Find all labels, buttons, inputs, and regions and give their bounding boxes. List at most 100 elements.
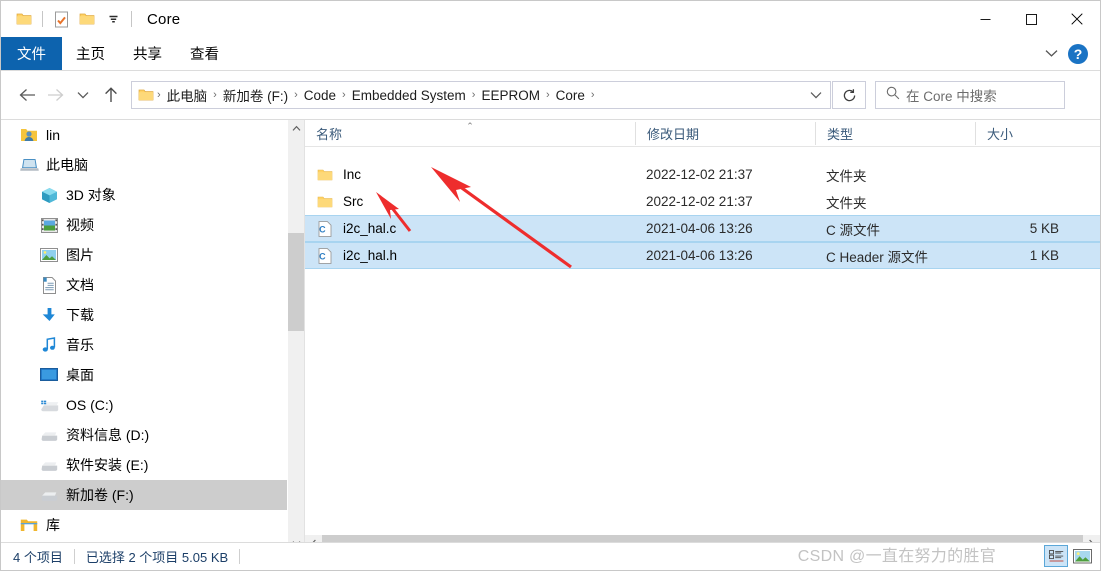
new-folder-icon[interactable] <box>74 6 100 32</box>
scrollbar-thumb[interactable] <box>288 233 304 331</box>
sidebar-item-label: 音乐 <box>66 337 94 353</box>
file-explorer-window: Core 文件 主页 共享 查看 ? › 此电脑 › 新加卷 (F:) › Co… <box>0 0 1101 571</box>
title-bar: Core <box>1 1 1100 37</box>
customize-dropdown-icon[interactable] <box>100 6 126 32</box>
search-input[interactable]: 在 Core 中搜索 <box>875 81 1065 109</box>
c-header-file-icon: C <box>316 247 334 265</box>
column-header-type[interactable]: 类型 <box>815 121 975 145</box>
table-row[interactable]: Src 2022-12-02 21:37 文件夹 <box>305 188 1100 215</box>
sidebar-item-label: 资料信息 (D:) <box>66 427 150 443</box>
breadcrumb-item-this-pc[interactable]: 此电脑 <box>162 82 213 108</box>
drive-icon <box>39 425 59 445</box>
column-label: 大小 <box>987 126 1014 142</box>
search-icon <box>886 86 900 105</box>
drive-icon <box>39 485 59 505</box>
status-separator <box>73 549 75 564</box>
sidebar-item-desktop[interactable]: 桌面 <box>1 360 304 390</box>
table-row[interactable]: C i2c_hal.c 2021-04-06 13:26 C 源文件 5 KB <box>305 215 1100 242</box>
file-type-cell: 文件夹 <box>826 168 867 184</box>
breadcrumb-dropdown-icon[interactable] <box>806 82 826 108</box>
sidebar-item-label: 下载 <box>66 307 94 323</box>
videos-icon <box>39 215 59 235</box>
svg-text:C: C <box>319 224 326 234</box>
sidebar-item-downloads[interactable]: 下载 <box>1 300 304 330</box>
file-date-cell: 2021-04-06 13:26 <box>646 221 753 236</box>
qat-separator-1 <box>42 11 43 27</box>
folder-icon <box>316 166 334 184</box>
window-controls <box>962 1 1100 37</box>
tab-view[interactable]: 查看 <box>176 37 233 70</box>
close-button[interactable] <box>1054 1 1100 37</box>
file-name-label: Src <box>343 194 364 209</box>
sidebar-item-drive-f[interactable]: 新加卷 (F:) <box>1 480 304 510</box>
sidebar-item-drive-e[interactable]: 软件安装 (E:) <box>1 450 304 480</box>
pictures-icon <box>39 245 59 265</box>
sidebar-item-label: 视频 <box>66 217 94 233</box>
recent-locations-button[interactable] <box>69 80 97 110</box>
sidebar-item-lin[interactable]: lin <box>1 120 304 150</box>
drive-icon <box>39 455 59 475</box>
sidebar-item-pictures[interactable]: 图片 <box>1 240 304 270</box>
os-drive-icon <box>39 395 59 415</box>
file-type-cell: 文件夹 <box>826 195 867 211</box>
navigation-pane: lin 此电脑 3D 对象 视频 图片 文档 下载 音乐 桌面 OS (C:) … <box>1 120 304 552</box>
column-label: 类型 <box>827 126 854 142</box>
column-header-date-modified[interactable]: 修改日期 <box>635 121 815 145</box>
selection-info-label: 已选择 2 个项目 5.05 KB <box>85 550 229 565</box>
folder-icon[interactable] <box>11 6 37 32</box>
tab-share[interactable]: 共享 <box>119 37 176 70</box>
properties-icon[interactable] <box>48 6 74 32</box>
file-type-cell: C 源文件 <box>826 222 880 238</box>
sidebar-item-3d-objects[interactable]: 3D 对象 <box>1 180 304 210</box>
sidebar-item-libraries[interactable]: 库 <box>1 510 304 540</box>
sidebar-item-label: lin <box>46 127 61 143</box>
file-type-cell: C Header 源文件 <box>826 249 929 265</box>
table-row[interactable]: Inc 2022-12-02 21:37 文件夹 <box>305 161 1100 188</box>
folder-icon <box>316 193 334 211</box>
sidebar-item-music[interactable]: 音乐 <box>1 330 304 360</box>
file-date-cell: 2022-12-02 21:37 <box>646 194 753 209</box>
sidebar-item-label: 软件安装 (E:) <box>66 457 149 473</box>
large-icons-view-button[interactable] <box>1070 545 1094 567</box>
column-header-name[interactable]: ⌃ 名称 <box>305 120 635 145</box>
column-header-size[interactable]: 大小 <box>975 121 1070 145</box>
minimize-button[interactable] <box>962 1 1008 37</box>
sidebar-item-label: 桌面 <box>66 367 94 383</box>
quick-access-toolbar <box>1 1 137 37</box>
sidebar-scrollbar[interactable] <box>287 120 304 552</box>
breadcrumb-item-code[interactable]: Code <box>299 82 341 108</box>
refresh-button[interactable] <box>832 81 866 109</box>
tab-home[interactable]: 主页 <box>62 37 119 70</box>
file-list-pane: ⌃ 名称 修改日期 类型 大小 Inc 2022-12-02 21:37 文件夹… <box>304 120 1100 552</box>
sidebar-item-videos[interactable]: 视频 <box>1 210 304 240</box>
tab-file[interactable]: 文件 <box>1 37 62 70</box>
help-icon[interactable]: ? <box>1068 43 1088 64</box>
forward-button[interactable] <box>41 80 69 110</box>
chevron-down-icon[interactable] <box>1042 45 1060 63</box>
maximize-button[interactable] <box>1008 1 1054 37</box>
details-view-button[interactable] <box>1044 545 1068 567</box>
sort-ascending-icon: ⌃ <box>466 120 474 131</box>
sidebar-item-drive-d[interactable]: 资料信息 (D:) <box>1 420 304 450</box>
up-button[interactable] <box>97 80 125 110</box>
breadcrumb-item-drive-f[interactable]: 新加卷 (F:) <box>218 82 293 108</box>
breadcrumb-item-embedded-system[interactable]: Embedded System <box>347 82 471 108</box>
table-row[interactable]: C i2c_hal.h 2021-04-06 13:26 C Header 源文… <box>305 242 1100 269</box>
breadcrumb-item-eeprom[interactable]: EEPROM <box>476 82 545 108</box>
this-pc-icon <box>19 155 39 175</box>
file-name-label: i2c_hal.h <box>343 248 398 263</box>
sidebar-item-label: 文档 <box>66 277 94 293</box>
breadcrumb-item-core[interactable]: Core <box>551 82 590 108</box>
file-name-cell: Inc <box>305 166 635 184</box>
back-button[interactable] <box>13 80 41 110</box>
breadcrumb[interactable]: › 此电脑 › 新加卷 (F:) › Code › Embedded Syste… <box>131 81 831 109</box>
sidebar-item-label: OS (C:) <box>66 397 114 413</box>
sidebar-item-documents[interactable]: 文档 <box>1 270 304 300</box>
sidebar-item-this-pc[interactable]: 此电脑 <box>1 150 304 180</box>
downloads-icon <box>39 305 59 325</box>
column-label: 修改日期 <box>647 126 700 142</box>
sidebar-item-label: 新加卷 (F:) <box>66 487 134 503</box>
search-placeholder-text: 在 Core 中搜索 <box>906 89 997 104</box>
sidebar-item-os-c[interactable]: OS (C:) <box>1 390 304 420</box>
scroll-up-arrow-icon[interactable] <box>288 120 304 137</box>
